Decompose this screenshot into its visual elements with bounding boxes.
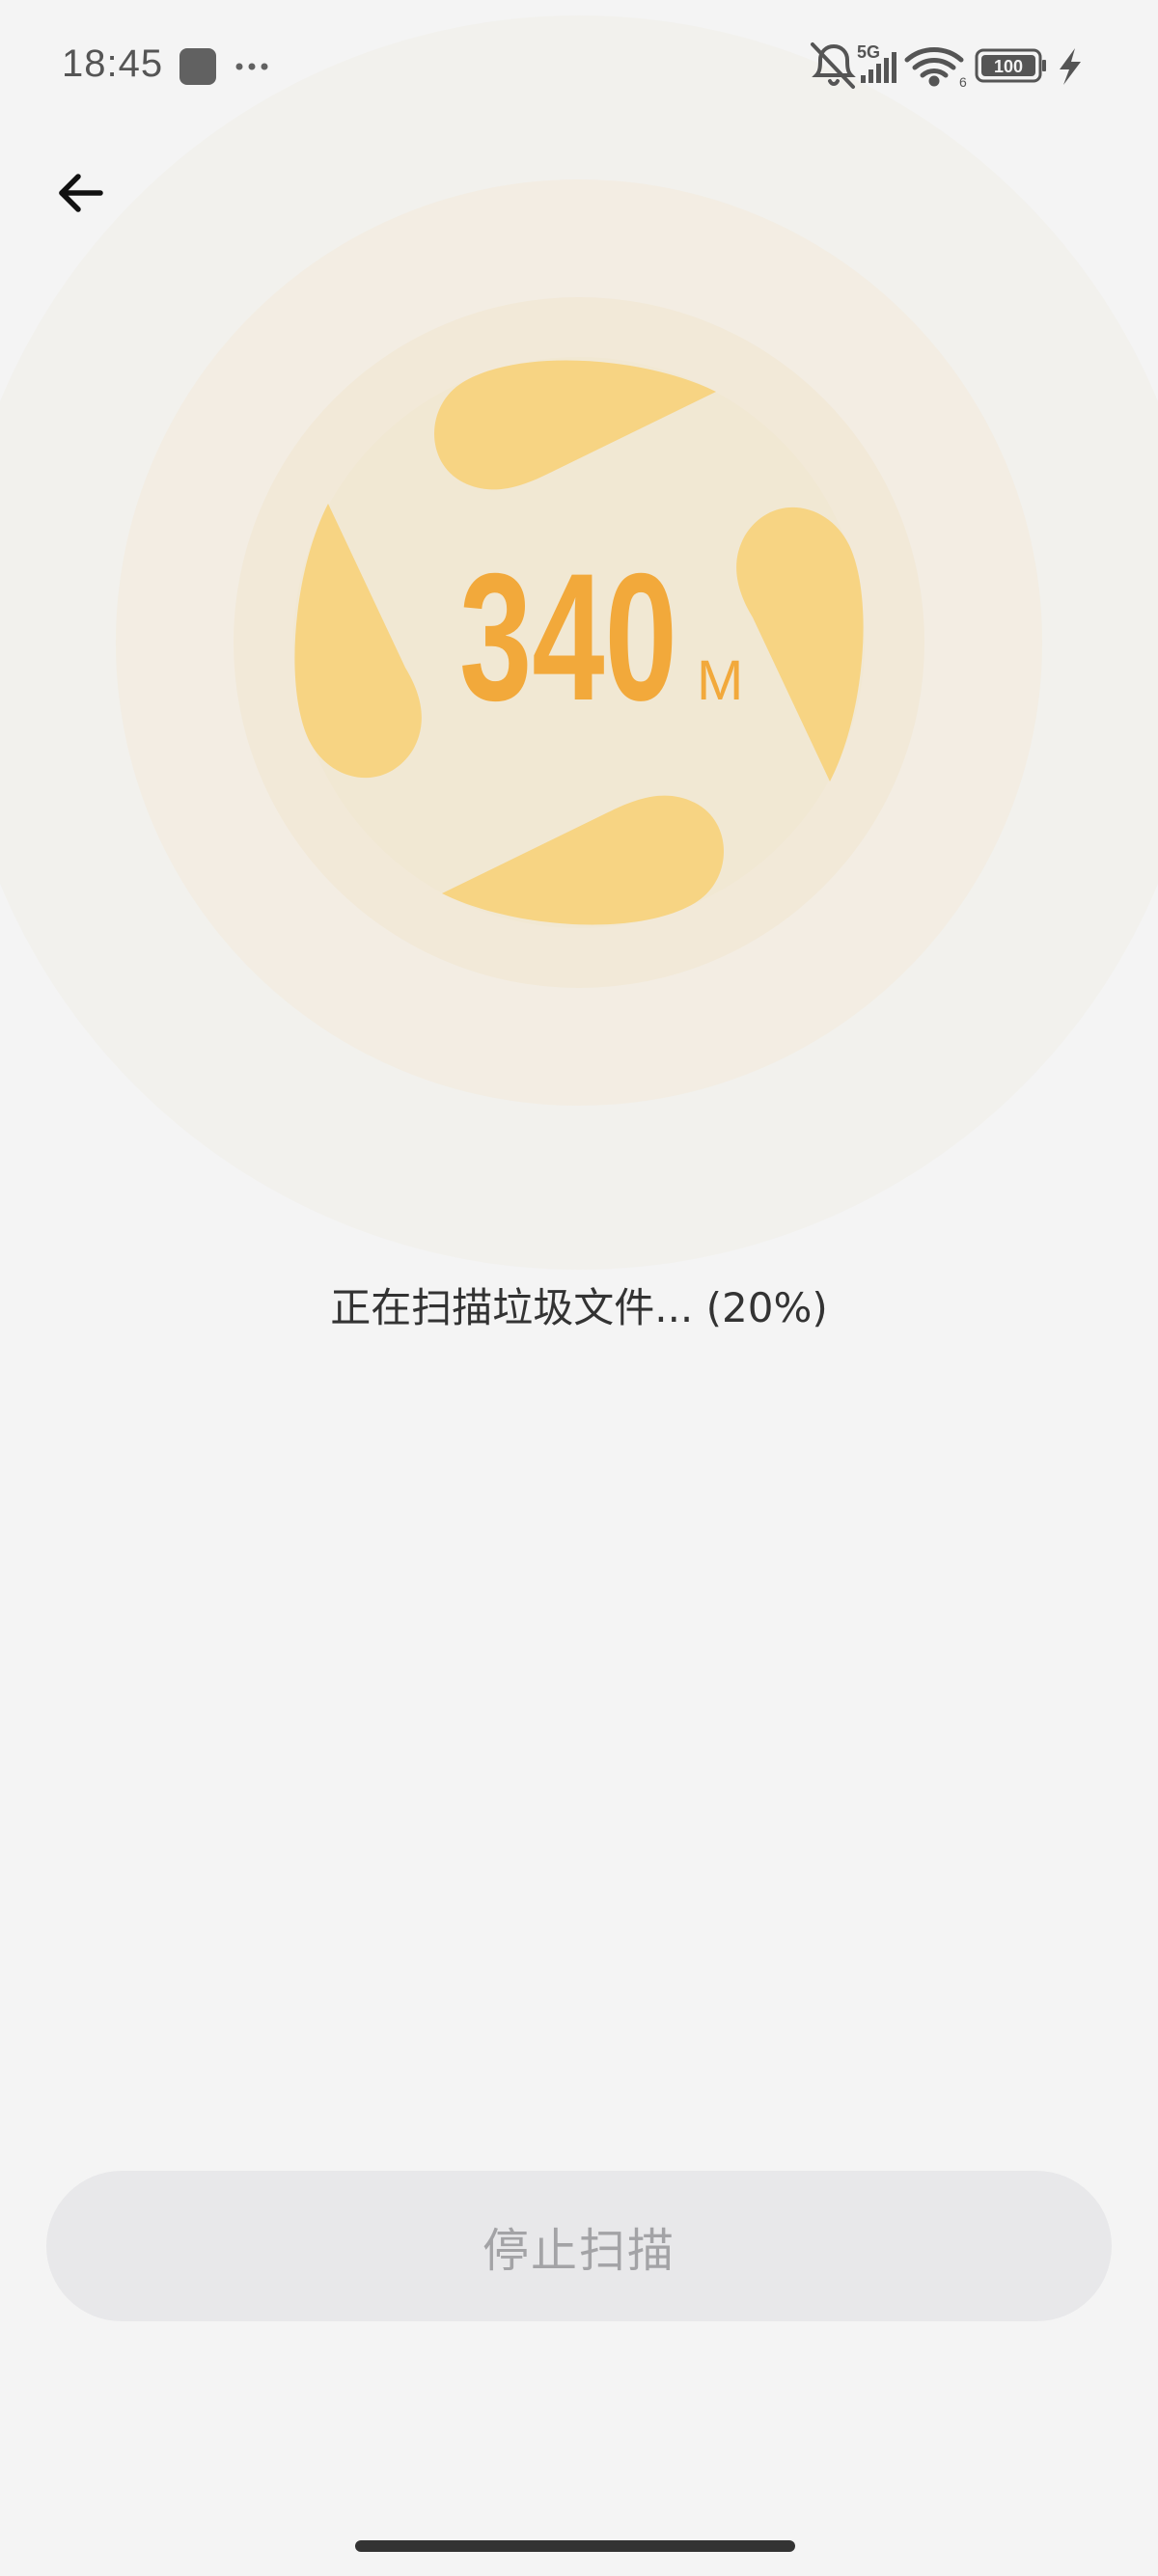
status-right-icons: 5G 6 100: [807, 39, 1106, 93]
status-bar: 18:45 5G 6 100: [0, 0, 1158, 135]
wifi-icon: [904, 47, 964, 87]
battery-level-label: 100: [994, 57, 1023, 76]
scan-progress-text: 正在扫描垃圾文件... (20%): [330, 1284, 828, 1331]
scan-size-unit: M: [697, 649, 744, 712]
app-notification-icon: [179, 48, 216, 85]
mute-bell-icon: [811, 42, 856, 89]
battery-icon: 100: [975, 48, 1046, 83]
scan-size-display: 340 M: [459, 546, 743, 739]
arrow-left-icon: [59, 174, 103, 212]
back-button[interactable]: [48, 154, 116, 222]
stop-scan-button[interactable]: 停止扫描: [46, 2171, 1112, 2321]
more-dots-icon: [235, 63, 268, 70]
scan-size-value: 340: [459, 535, 677, 738]
network-type-label: 5G: [857, 42, 880, 62]
charging-bolt-icon: [1060, 48, 1081, 85]
status-time: 18:45: [62, 42, 164, 85]
status-left-icons: [179, 46, 276, 93]
home-indicator[interactable]: [355, 2540, 795, 2552]
wifi-generation-label: 6: [959, 74, 967, 90]
